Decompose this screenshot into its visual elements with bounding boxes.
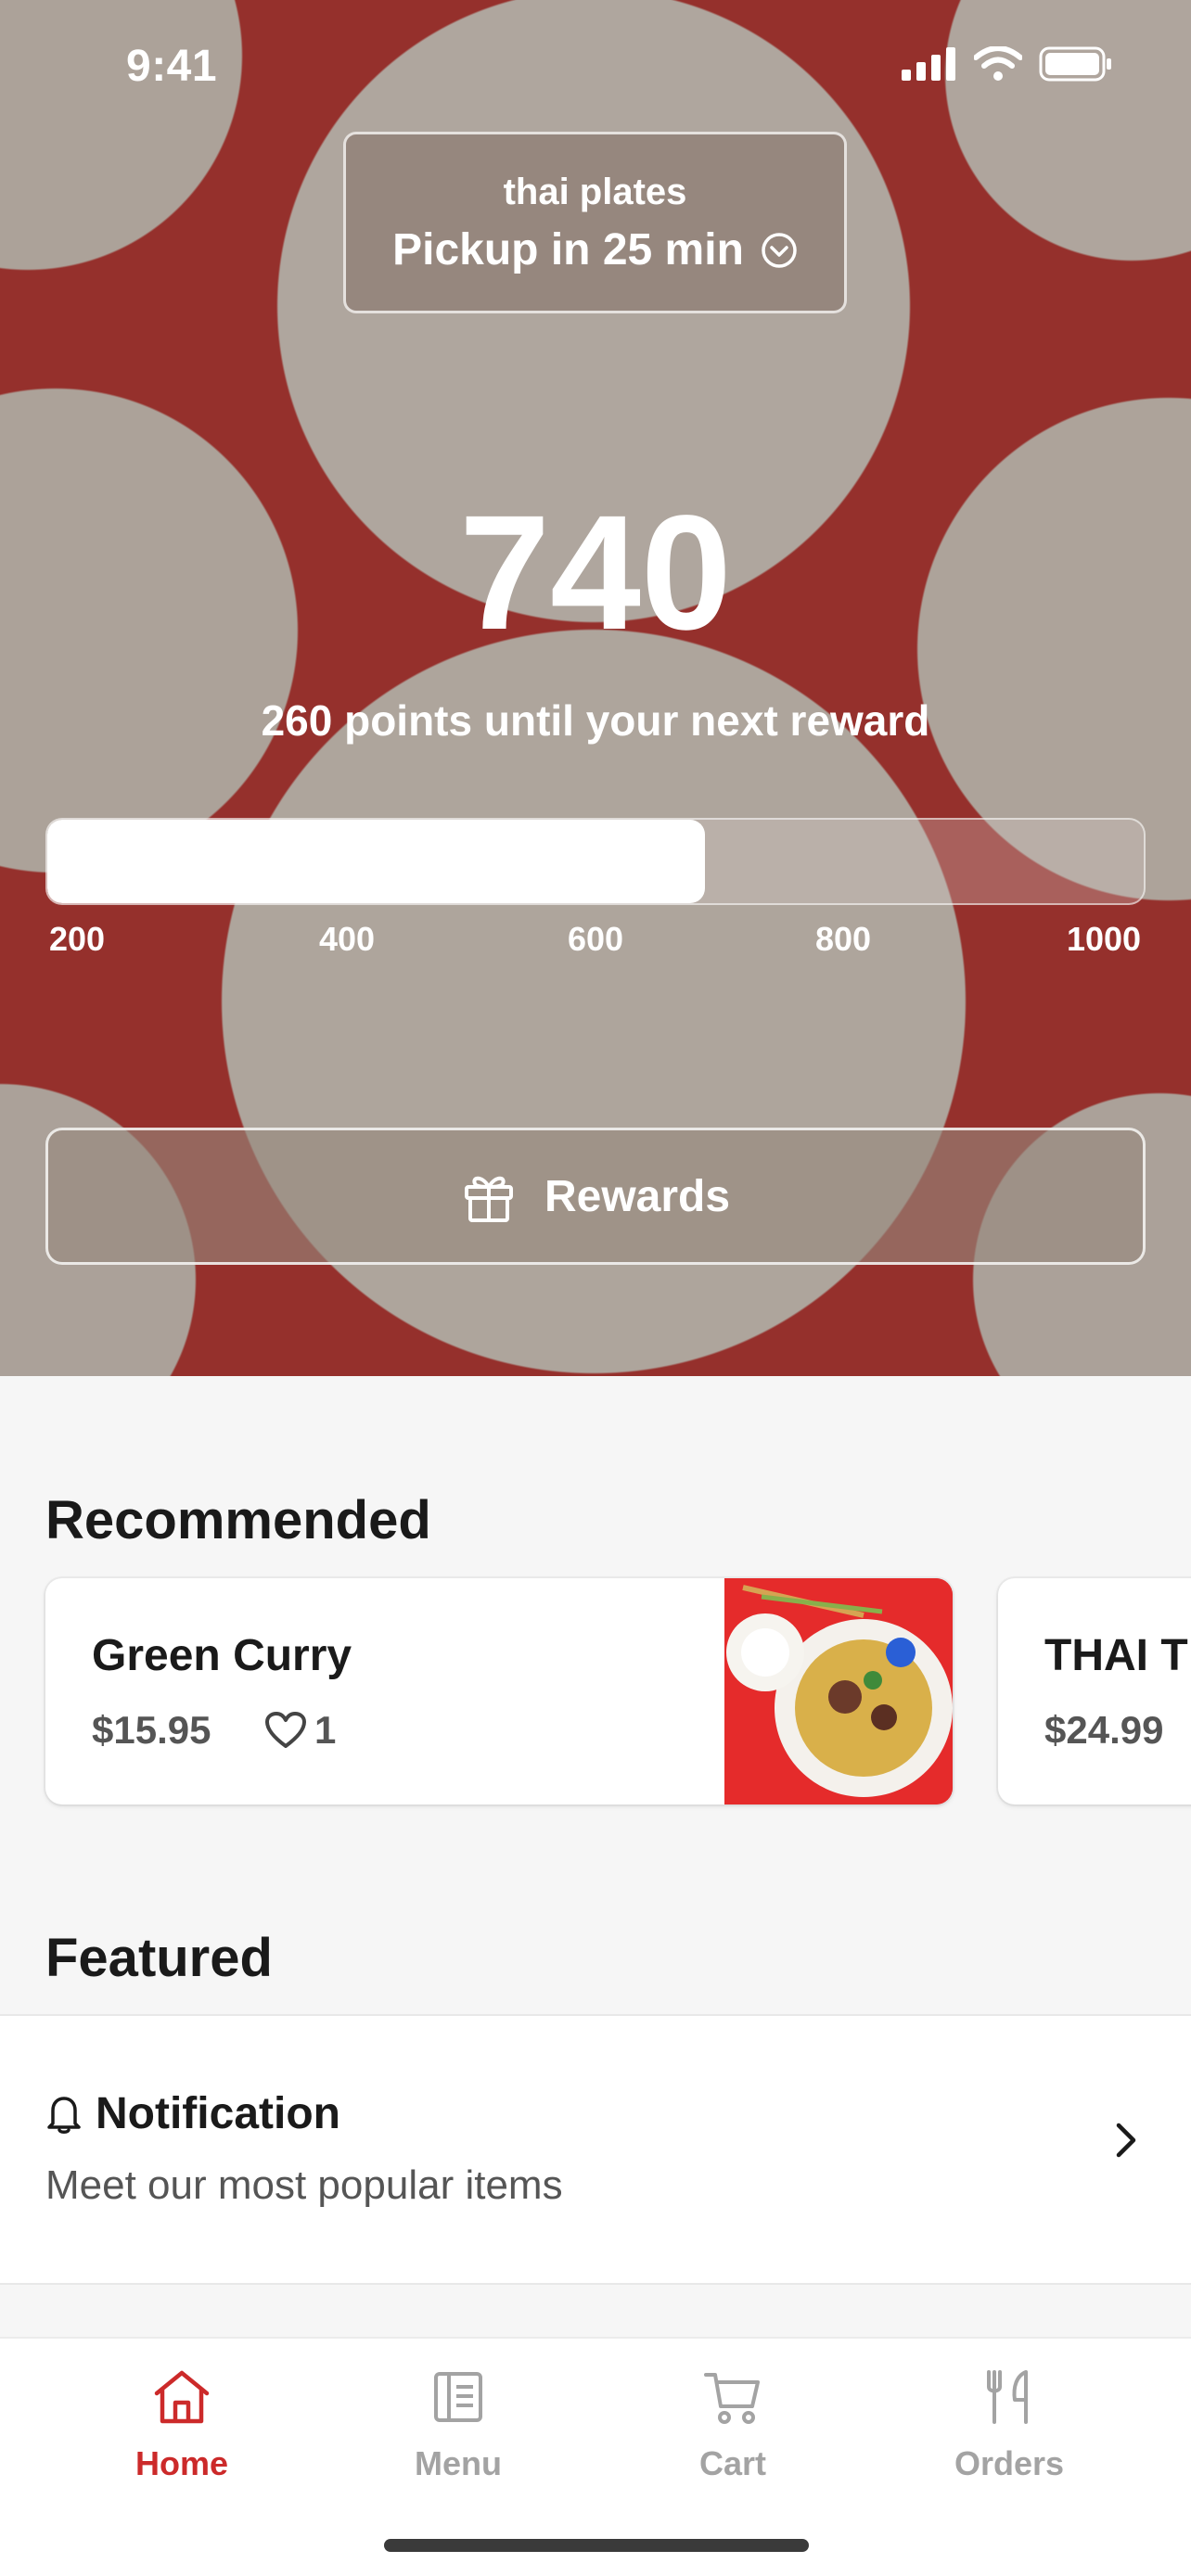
battery-icon bbox=[1039, 46, 1111, 82]
rewards-button[interactable]: Rewards bbox=[45, 1128, 1146, 1265]
rewards-button-label: Rewards bbox=[544, 1171, 731, 1221]
cellular-signal-icon bbox=[902, 47, 955, 81]
item-price: $15.95 bbox=[92, 1708, 211, 1752]
progress-ticks: 200 400 600 800 1000 bbox=[0, 920, 1191, 966]
points-progress-bar bbox=[45, 818, 1146, 905]
cart-icon bbox=[704, 2373, 760, 2424]
heart-icon bbox=[265, 1712, 306, 1748]
progress-tick: 1000 bbox=[1066, 920, 1142, 958]
tab-label: Home bbox=[134, 2444, 229, 2482]
progress-tick: 600 bbox=[567, 920, 624, 958]
tab-orders[interactable]: Orders bbox=[916, 2365, 1102, 2483]
points-progress-fill bbox=[47, 820, 706, 903]
chevron-right-icon bbox=[1116, 2123, 1136, 2158]
progress-tick: 400 bbox=[318, 920, 376, 958]
item-likes[interactable]: 1 bbox=[264, 1708, 336, 1753]
recommended-card[interactable]: Green Curry $15.95 1 bbox=[45, 1578, 953, 1804]
points-caption: 260 points until your next reward bbox=[261, 696, 930, 745]
hero-banner: 9:41 thai plates Pickup in 25 min 740 26… bbox=[0, 0, 1191, 1376]
green-curry-image bbox=[724, 1578, 953, 1804]
item-price: $24.99 bbox=[1044, 1708, 1164, 1752]
home-icon bbox=[154, 2370, 210, 2424]
tab-label: Orders bbox=[954, 2444, 1065, 2482]
status-time: 9:41 bbox=[126, 42, 218, 91]
recommended-title: Recommended bbox=[45, 1490, 431, 1550]
chevron-down-circle-icon bbox=[762, 232, 797, 268]
progress-tick: 200 bbox=[48, 920, 106, 958]
tab-label: Cart bbox=[698, 2444, 767, 2482]
featured-title: Featured bbox=[45, 1928, 273, 1988]
featured-item-subtitle: Meet our most popular items bbox=[45, 2162, 563, 2208]
status-icons bbox=[902, 46, 1113, 82]
home-indicator bbox=[384, 2539, 809, 2552]
points-balance: 740 bbox=[459, 482, 732, 664]
item-name: THAI T bbox=[1044, 1631, 1188, 1680]
tab-label: Menu bbox=[415, 2444, 502, 2482]
featured-item-title: Notification bbox=[96, 2089, 340, 2138]
menu-icon bbox=[434, 2372, 482, 2422]
store-name: thai plates bbox=[503, 172, 687, 212]
bell-icon bbox=[47, 2096, 81, 2134]
item-name: Green Curry bbox=[92, 1631, 352, 1680]
tab-home[interactable]: Home bbox=[89, 2365, 275, 2483]
orders-icon bbox=[987, 2370, 1028, 2424]
pickup-time: Pickup in 25 min bbox=[392, 225, 744, 274]
recommended-card[interactable]: THAI T $24.99 bbox=[998, 1578, 1191, 1804]
pickup-location-selector[interactable]: thai plates Pickup in 25 min bbox=[343, 132, 847, 313]
tab-menu[interactable]: Menu bbox=[365, 2365, 551, 2483]
wifi-icon bbox=[974, 46, 1022, 81]
gift-icon bbox=[464, 1176, 513, 1222]
featured-notification-item[interactable]: Notification Meet our most popular items bbox=[0, 2014, 1191, 2285]
progress-tick: 800 bbox=[814, 920, 872, 958]
tab-cart[interactable]: Cart bbox=[640, 2365, 826, 2483]
likes-count: 1 bbox=[314, 1708, 337, 1752]
